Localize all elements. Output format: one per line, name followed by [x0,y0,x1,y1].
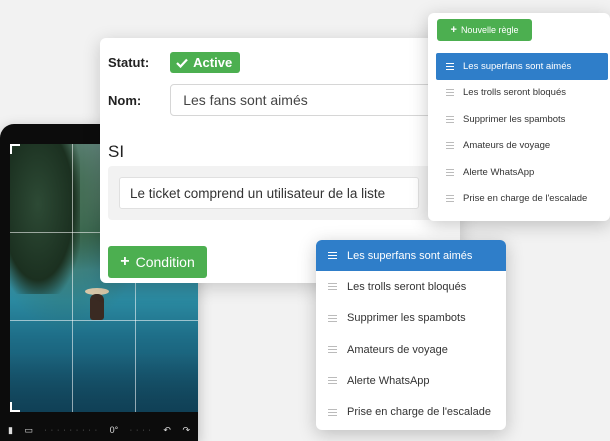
rules-list: Les superfans sont aimés Les trolls sero… [436,53,608,212]
aspect-icon[interactable]: ▮ [8,425,13,436]
status-row: Statut: Active [108,52,241,73]
new-rule-label: Nouvelle règle [460,25,519,35]
name-row: Nom: Les fans sont aimés [108,84,461,116]
rule-list-item[interactable]: Alerte WhatsApp [316,365,506,396]
rule-item-label: Les trolls seront bloqués [463,87,566,99]
rule-list-item[interactable]: Amateurs de voyage [316,334,506,365]
angle-readout: 0° [109,425,119,435]
rotation-dial[interactable]: · · · · · · · · · [45,427,99,434]
status-badge-label: Active [193,55,233,70]
rule-item-label: Supprimer les spambots [347,312,466,325]
if-heading: SI [108,142,125,161]
phone-toolbar: ▮ ▭ · · · · · · · · · 0° · · · · ↶ ↷ [0,419,198,441]
drag-handle-icon[interactable] [446,89,454,97]
drag-handle-icon[interactable] [328,408,337,416]
rule-list-item[interactable]: Supprimer les spambots [316,303,506,334]
name-label: Nom: [108,92,142,108]
rotation-dial-right[interactable]: · · · · [130,427,152,434]
rule-list-item[interactable]: Amateurs de voyage [436,133,608,160]
status-badge[interactable]: Active [170,52,241,73]
plus-icon: + [120,253,130,270]
status-label: Statut: [108,55,150,70]
drag-handle-icon[interactable] [328,283,337,291]
rule-list-item[interactable]: Prise en charge de l'escalade [316,396,506,427]
condition-box: Le ticket comprend un utilisateur de la … [108,166,448,220]
rule-item-label: Alerte WhatsApp [463,166,535,178]
rule-list-item[interactable]: Alerte WhatsApp [436,159,608,186]
drag-handle-icon[interactable] [446,195,454,203]
crop-icon[interactable]: ▭ [24,425,33,436]
drag-handle-icon[interactable] [446,115,454,123]
rule-item-label: Amateurs de voyage [463,140,551,152]
drag-handle-icon[interactable] [446,62,454,70]
rule-item-label: Prise en charge de l'escalade [347,406,491,419]
check-icon [176,58,188,68]
drag-handle-icon[interactable] [446,142,454,150]
rule-name-input[interactable]: Les fans sont aimés [170,84,461,116]
rule-list-item[interactable]: Prise en charge de l'escalade [436,186,608,213]
drag-handle-icon[interactable] [328,377,337,385]
rule-list-item[interactable]: Supprimer les spambots [436,106,608,133]
redo-icon[interactable]: ↷ [182,425,190,436]
drag-handle-icon[interactable] [328,346,337,354]
rule-item-label: Les superfans sont aimés [463,60,572,72]
drag-handle-icon[interactable] [328,314,337,322]
rules-list-panel: + Nouvelle règle Les superfans sont aimé… [428,13,610,221]
undo-icon[interactable]: ↶ [163,425,171,436]
rule-item-label: Les superfans sont aimés [347,249,473,262]
photo-foliage [10,144,80,294]
rule-list-item[interactable]: Les trolls seront bloqués [316,271,506,302]
crop-grid-line [72,144,73,412]
rule-item-label: Les trolls seront bloqués [347,280,467,293]
new-rule-button[interactable]: + Nouvelle règle [437,19,532,41]
drag-handle-icon[interactable] [446,168,454,176]
crop-handle[interactable] [10,144,20,154]
rules-list-panel-secondary: Les superfans sont aimés Les trolls sero… [316,240,506,430]
rule-list-item[interactable]: Les superfans sont aimés [316,240,506,272]
condition-field[interactable]: Le ticket comprend un utilisateur de la … [119,177,419,209]
add-condition-button[interactable]: + Condition [108,246,207,278]
rule-item-label: Supprimer les spambots [463,113,566,125]
photo-pool-edge [10,354,198,412]
rule-item-label: Amateurs de voyage [347,343,448,356]
drag-handle-icon[interactable] [328,252,337,260]
rule-list-item[interactable]: Les superfans sont aimés [436,53,608,80]
crop-handle[interactable] [10,402,20,412]
rule-item-label: Prise en charge de l'escalade [463,193,588,205]
add-condition-label: Condition [135,254,195,270]
plus-icon: + [450,24,457,36]
rule-item-label: Alerte WhatsApp [347,374,430,387]
rules-list: Les superfans sont aimés Les trolls sero… [316,240,506,428]
rule-list-item[interactable]: Les trolls seront bloqués [436,80,608,107]
crop-grid-line [10,320,198,321]
photo-person [90,294,104,320]
